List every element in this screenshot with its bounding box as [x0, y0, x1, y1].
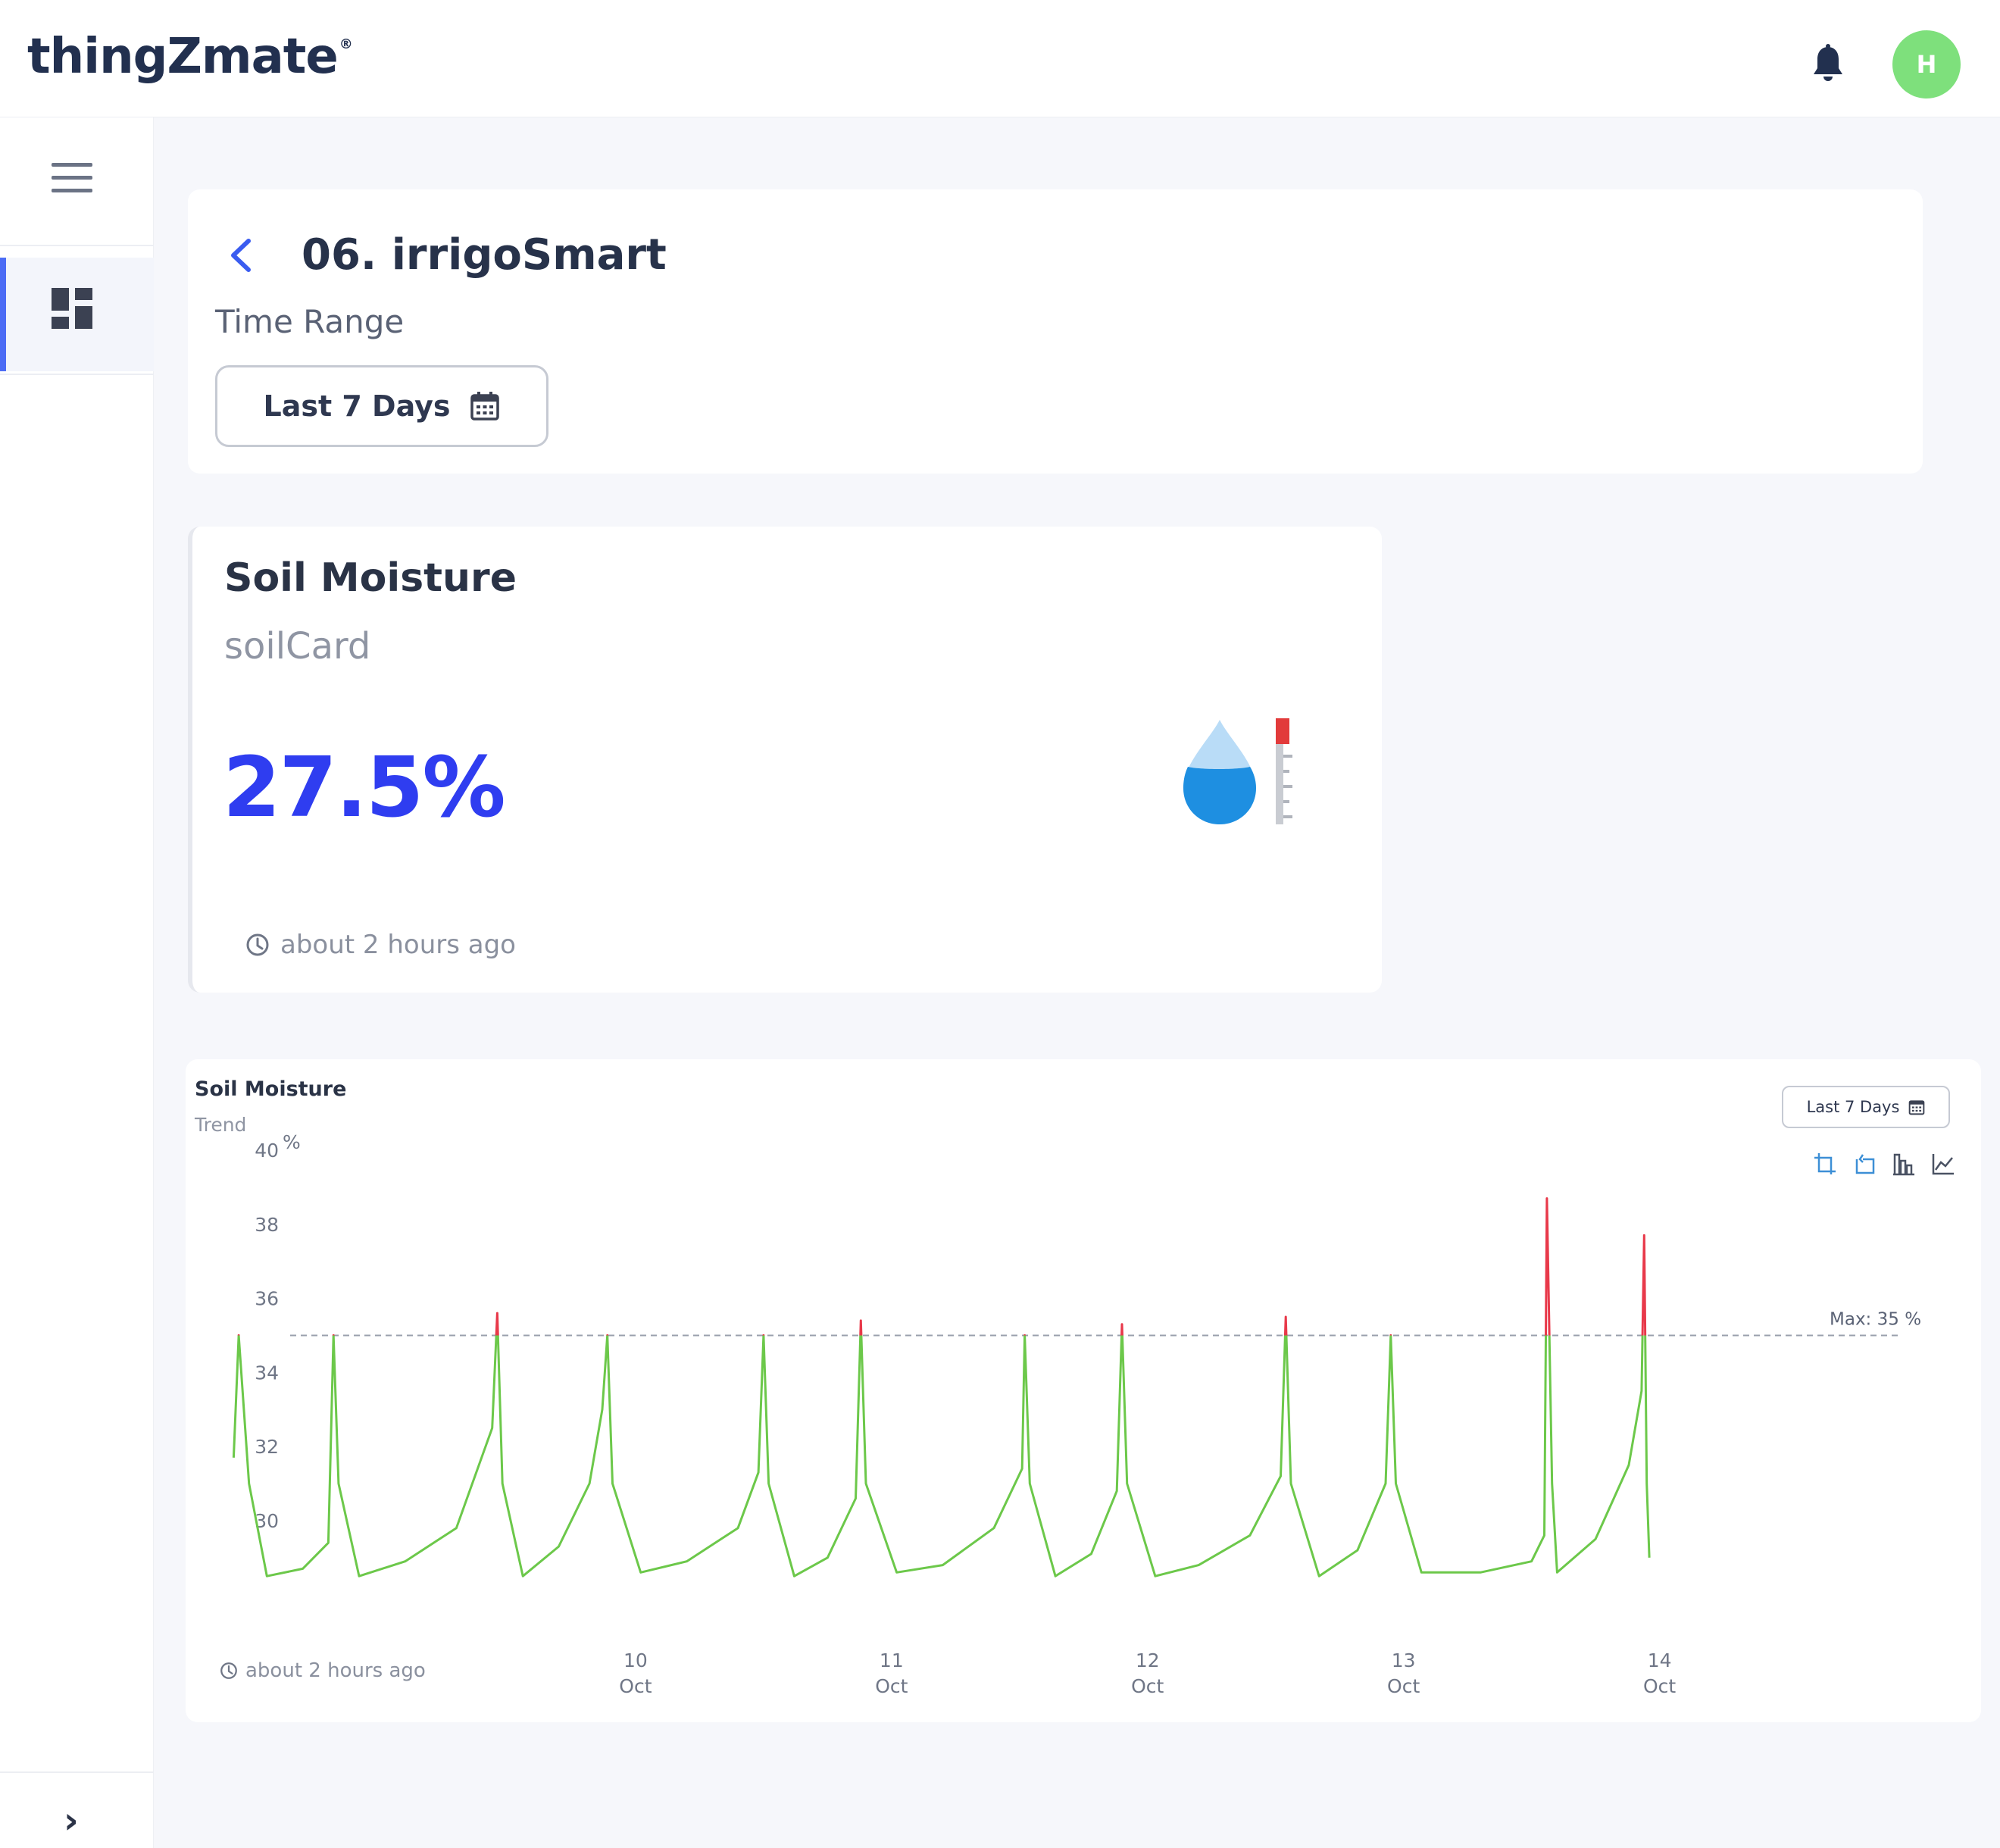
- x-tick-month: Oct: [875, 1675, 908, 1697]
- brand-logo[interactable]: thingZmate ®: [27, 29, 353, 85]
- x-tick-day: 13: [1392, 1649, 1416, 1671]
- moisture-value: 27.5%: [223, 739, 506, 836]
- sidebar-divider: [0, 374, 154, 375]
- last-updated: about 2 hours ago: [245, 930, 516, 960]
- x-tick-day: 12: [1136, 1649, 1160, 1671]
- x-tick-month: Oct: [619, 1675, 652, 1697]
- clock-icon: [246, 933, 269, 956]
- bell-icon[interactable]: [1811, 44, 1845, 83]
- chart-subtitle: Trend: [195, 1114, 247, 1136]
- series-line-normal: [232, 1335, 1651, 1578]
- active-marker: [0, 258, 6, 371]
- trend-chart-card: 30 32 34 36 38 40% 10 Oct 11 Oct 12 Oct 13 Oct 14 Oct Ma…: [186, 1059, 1981, 1722]
- x-tick-day: 14: [1648, 1649, 1672, 1671]
- calendar-icon: [470, 392, 500, 421]
- zoom-icon[interactable]: [1813, 1152, 1837, 1176]
- chart-last-updated: about 2 hours ago: [220, 1659, 426, 1682]
- x-tick-month: Oct: [1131, 1675, 1164, 1697]
- sidebar-item-dashboard[interactable]: [0, 258, 154, 371]
- chevron-left-icon[interactable]: [226, 236, 256, 274]
- time-range-button[interactable]: Last 7 Days: [215, 365, 548, 447]
- bar-chart-icon[interactable]: [1892, 1152, 1916, 1176]
- max-mark-label: Max: 35 %: [1830, 1309, 1921, 1329]
- soil-moisture-card[interactable]: Soil Moisture soilCard 27.5% about 2 hou…: [188, 527, 1382, 993]
- card-subtitle: soilCard: [224, 625, 371, 668]
- series-line-above-max: [237, 1197, 1647, 1336]
- clock-icon: [220, 1662, 237, 1679]
- zoom-reset-icon[interactable]: [1852, 1152, 1877, 1176]
- x-tick-month: Oct: [1387, 1675, 1420, 1697]
- y-tick-label: 36: [255, 1288, 279, 1310]
- last-updated-text: about 2 hours ago: [280, 930, 516, 960]
- top-bar: thingZmate ® H: [0, 0, 2000, 117]
- chart-last-updated-text: about 2 hours ago: [245, 1659, 426, 1682]
- time-range-label: Time Range: [215, 303, 405, 340]
- device-header-card: 06. irrigoSmart Time Range Last 7 Days: [188, 189, 1923, 474]
- brand-mark: ®: [339, 36, 353, 52]
- y-tick-label: 40: [255, 1140, 279, 1162]
- y-unit-label: %: [283, 1131, 301, 1153]
- calendar-icon: [1909, 1100, 1925, 1115]
- sidebar-divider: [0, 1771, 154, 1773]
- chart-range-button[interactable]: Last 7 Days: [1782, 1086, 1950, 1128]
- page-title: 06. irrigoSmart: [302, 230, 667, 280]
- sidebar-divider: [0, 245, 154, 246]
- hamburger-icon[interactable]: [52, 163, 92, 193]
- water-drop-gauge-icon: [1183, 718, 1292, 824]
- chart-range-value: Last 7 Days: [1806, 1098, 1900, 1116]
- y-tick-label: 32: [255, 1436, 279, 1458]
- card-title: Soil Moisture: [224, 555, 517, 601]
- x-tick-month: Oct: [1643, 1675, 1676, 1697]
- dashboard-icon: [52, 288, 92, 329]
- y-tick-label: 38: [255, 1214, 279, 1236]
- trend-chart[interactable]: 303234363840 %10Oct11Oct12Oct13Oct14OctMa…: [186, 1059, 1981, 1722]
- chart-title: Soil Moisture: [195, 1077, 347, 1101]
- brand-name: thingZmate: [27, 29, 339, 85]
- user-avatar[interactable]: H: [1892, 30, 1961, 98]
- time-range-value: Last 7 Days: [263, 389, 451, 423]
- chevron-right-icon[interactable]: ›: [64, 1800, 79, 1842]
- x-tick-day: 10: [623, 1649, 648, 1671]
- sidebar: ›: [0, 117, 154, 1848]
- y-tick-label: 34: [255, 1362, 279, 1384]
- chart-toolbox: [1813, 1152, 1955, 1176]
- line-chart-icon[interactable]: [1931, 1152, 1955, 1176]
- x-tick-day: 11: [880, 1649, 904, 1671]
